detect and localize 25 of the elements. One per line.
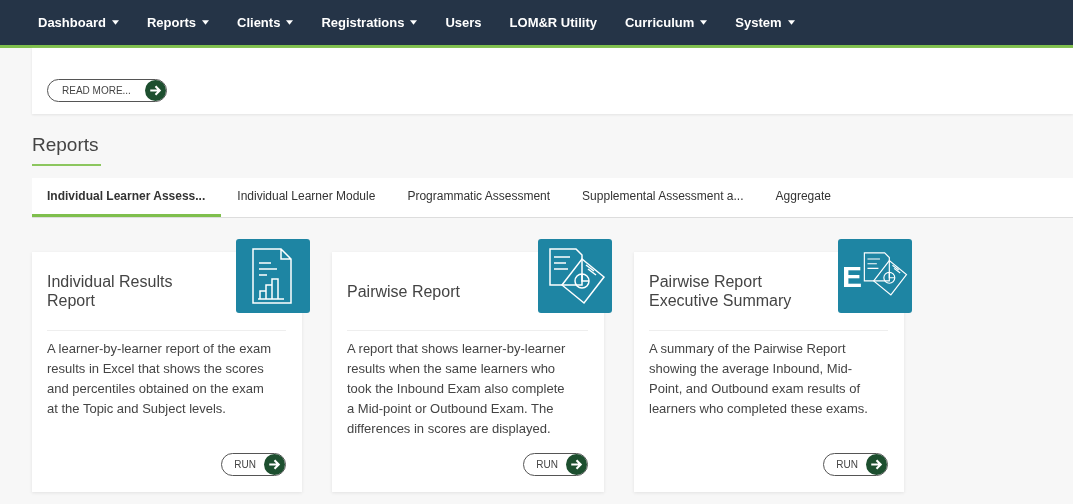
nav-menu-item[interactable]: Reports <box>146 15 210 30</box>
nav-menu-item[interactable]: Curriculum <box>625 15 708 30</box>
card-description: A summary of the Pairwise Report showing the average Inbound, Mid-Point, and Outbound exam results of learners who completed these exams. <box>649 340 869 418</box>
nav-menu-item[interactable]: Registrations <box>321 15 418 30</box>
read-more-button[interactable]: READ MORE... <box>47 79 167 102</box>
tab[interactable]: Individual Learner Module <box>221 178 392 217</box>
documents-pie-icon: E <box>838 239 912 313</box>
nav-menu-item[interactable]: Dashboard <box>38 15 119 30</box>
nav-menu-item[interactable]: Clients <box>237 15 294 30</box>
nav-menu-item[interactable]: LOM&R Utility <box>509 15 597 30</box>
card-title: Individual Results Report <box>47 272 174 310</box>
nav-menu-item[interactable]: Users <box>445 15 482 30</box>
card-description: A learner-by-learner report of the exam results in Excel that shows the scores and percentiles obtained on the exam at the Topic and Subject levels. <box>47 340 272 418</box>
tab[interactable]: Programmatic Assessment <box>391 178 567 217</box>
nav-menu-item[interactable]: System <box>735 15 795 30</box>
tab[interactable]: Individual Learner Assess... <box>32 178 222 217</box>
card-title: Pairwise Report Executive Summary <box>649 272 793 310</box>
tab[interactable]: Aggregate <box>759 178 847 217</box>
tab[interactable]: Supplemental Assessment a... <box>566 178 760 217</box>
run-button[interactable]: RUN <box>823 453 888 476</box>
section-title: Reports <box>32 134 101 166</box>
run-button[interactable]: RUN <box>221 453 286 476</box>
run-button[interactable]: RUN <box>523 453 588 476</box>
card-description: A report that shows learner-by-learner results when the same learners who took the Inbound Exam also complete a Mid-point or Outbound Exam. The differences in scores are displayed. <box>347 340 567 438</box>
card-title: Pairwise Report <box>347 281 461 301</box>
